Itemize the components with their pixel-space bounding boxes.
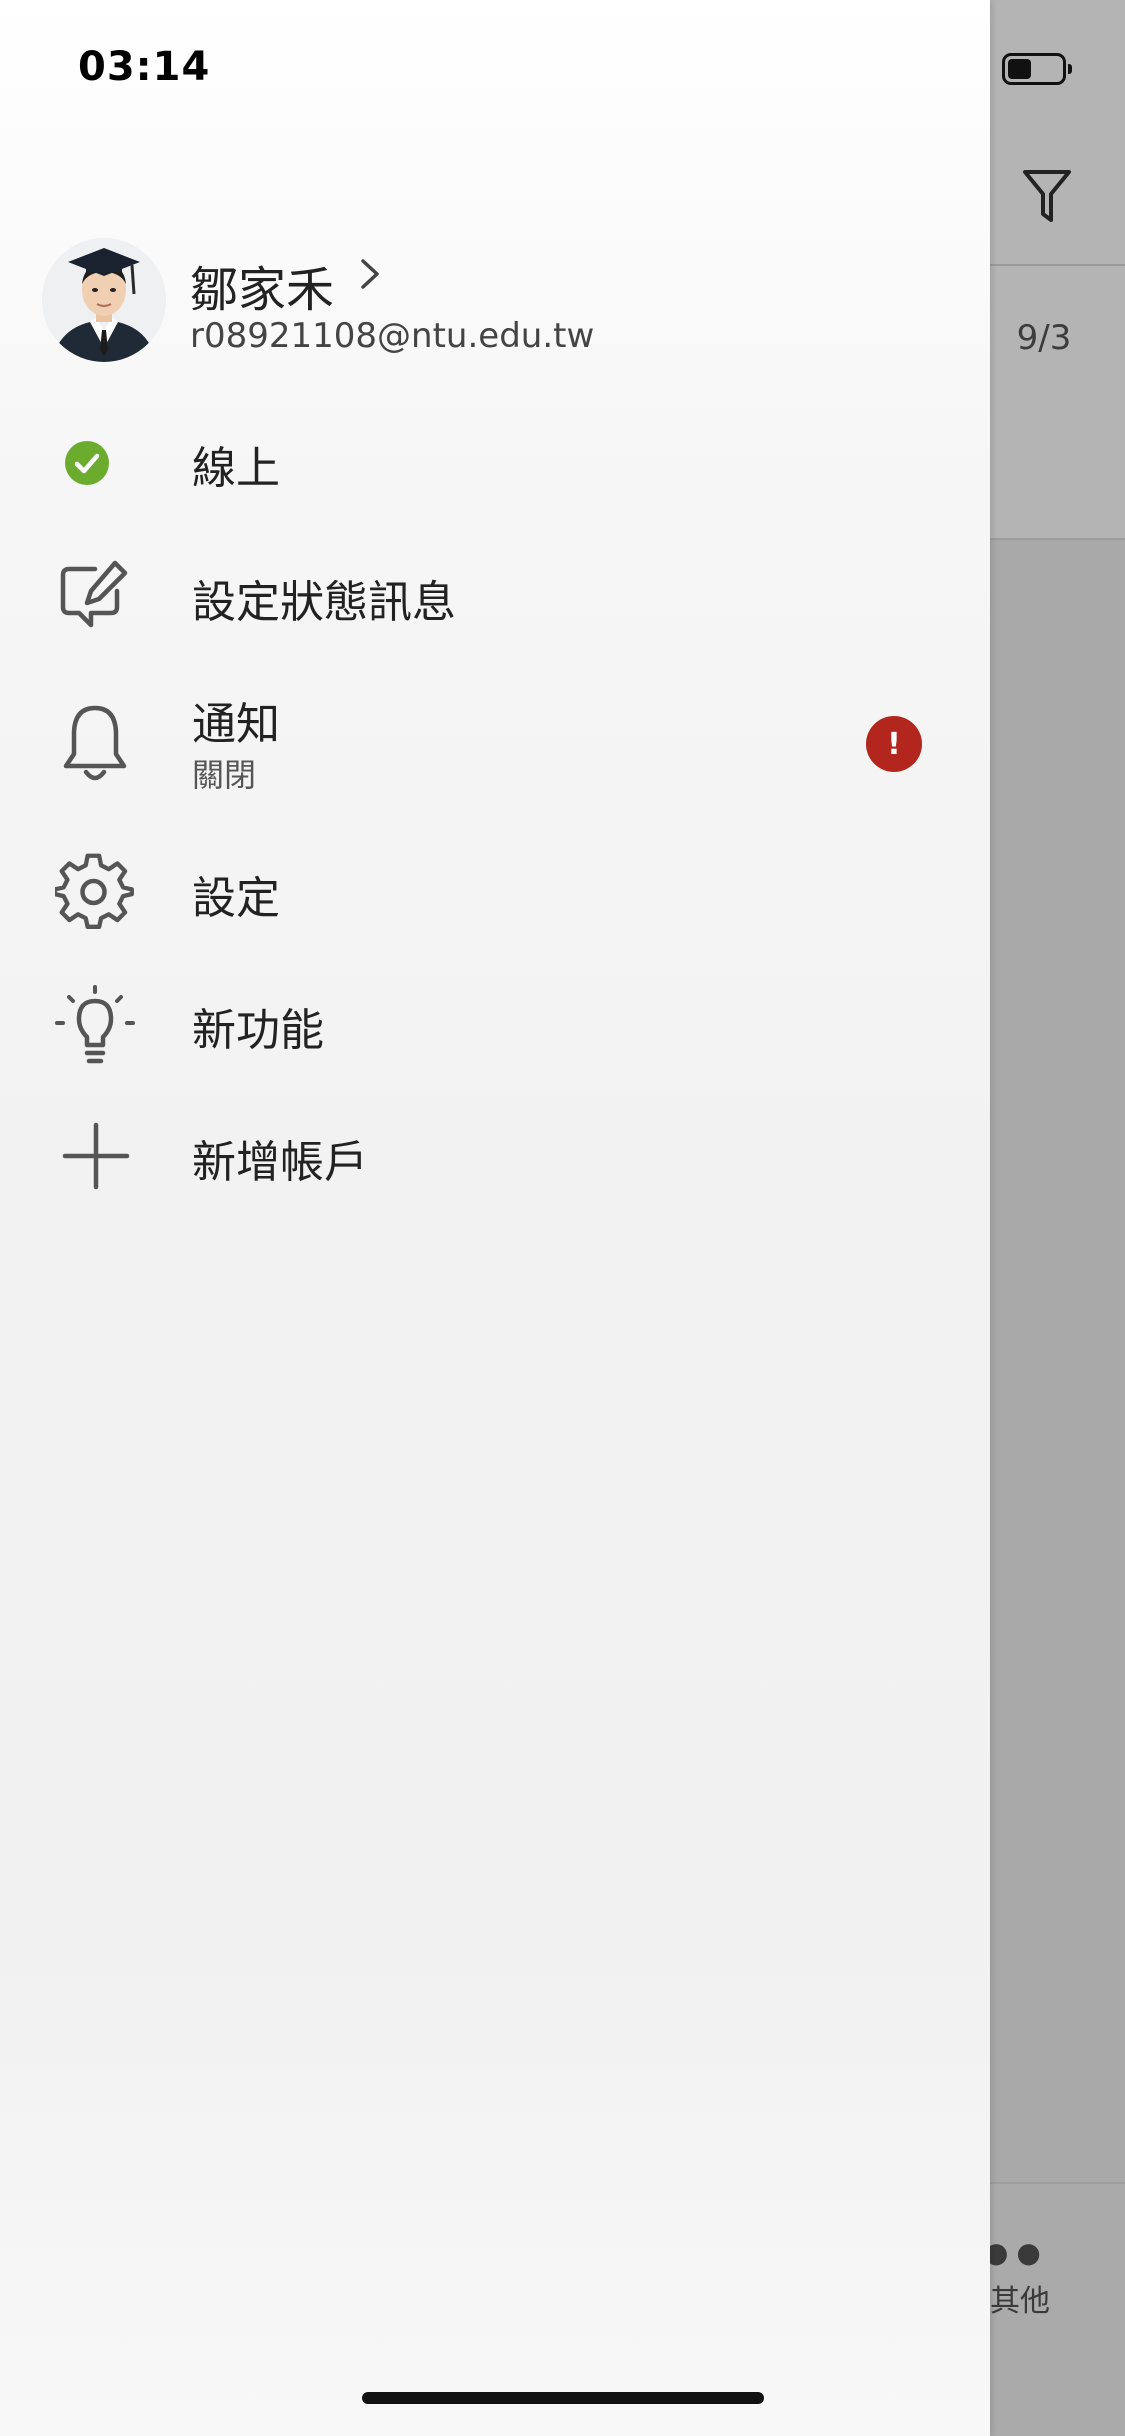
lightbulb-icon xyxy=(52,982,138,1068)
bell-icon xyxy=(58,698,132,788)
chevron-right-icon xyxy=(350,254,390,294)
user-name: 鄒家禾 xyxy=(190,262,335,318)
profile-header[interactable]: 鄒家禾 r08921108@ntu.edu.tw xyxy=(36,232,656,368)
avatar-image xyxy=(42,238,166,362)
gear-icon xyxy=(52,850,138,936)
battery-icon xyxy=(1001,53,1072,85)
settings-label: 設定 xyxy=(192,873,280,924)
notifications-status: 關閉 xyxy=(192,756,257,794)
presence-available-icon xyxy=(62,438,112,488)
date-label: 9/3 xyxy=(1016,318,1072,358)
set-status-message-label: 設定狀態訊息 xyxy=(192,577,456,628)
divider xyxy=(990,538,1125,540)
whats-new-item[interactable]: 新功能 xyxy=(44,980,644,1070)
set-status-message-item[interactable]: 設定狀態訊息 xyxy=(44,550,644,640)
divider xyxy=(990,264,1125,266)
tab-more[interactable]: 其他 xyxy=(990,2276,1125,2320)
user-email: r08921108@ntu.edu.tw xyxy=(190,316,595,356)
add-account-label: 新增帳戶 xyxy=(192,1137,368,1188)
whats-new-label: 新功能 xyxy=(192,1005,324,1056)
filter-button[interactable] xyxy=(1018,166,1076,228)
plus-icon xyxy=(60,1120,132,1192)
filter-icon xyxy=(1023,170,1071,222)
home-indicator[interactable] xyxy=(362,2392,764,2404)
screen: 9/3 ●● 其他 4G 03:14 xyxy=(0,0,1125,2436)
navigation-drawer: 03:14 鄒家禾 r08921108@ntu.edu.tw 線上 設定狀態訊息… xyxy=(0,0,990,2436)
add-account-item[interactable]: 新增帳戶 xyxy=(44,1116,644,1196)
battery-level xyxy=(1007,59,1031,79)
more-dots-icon: ●● xyxy=(984,2236,1049,2269)
status-time: 03:14 xyxy=(78,44,211,90)
alert-badge: ! xyxy=(866,716,922,772)
avatar[interactable] xyxy=(42,238,166,362)
notifications-label: 通知 xyxy=(192,699,280,750)
edit-message-icon xyxy=(54,554,134,634)
settings-item[interactable]: 設定 xyxy=(44,848,644,938)
notifications-item[interactable]: 通知 關閉 xyxy=(44,688,644,800)
presence-item[interactable]: 線上 xyxy=(44,428,644,498)
presence-label: 線上 xyxy=(192,443,280,494)
